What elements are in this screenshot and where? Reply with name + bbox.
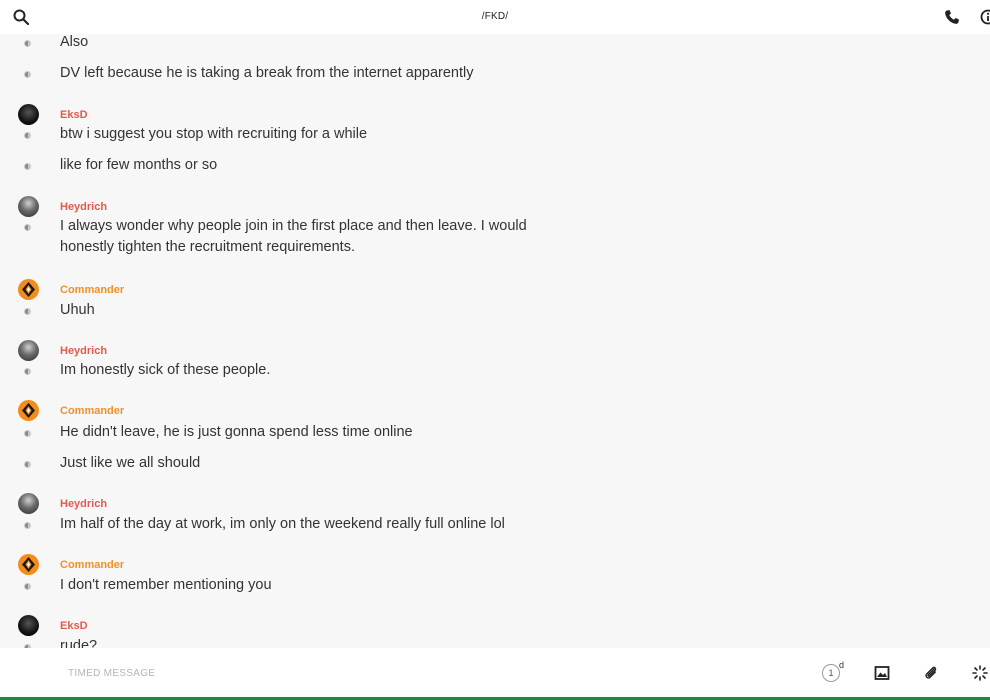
- message-text: He didn't leave, he is just gonna spend …: [60, 424, 413, 440]
- image-icon[interactable]: [874, 665, 890, 681]
- sender-name[interactable]: Commander: [60, 405, 124, 417]
- timer-unit: d: [839, 660, 845, 670]
- info-icon[interactable]: [980, 9, 990, 25]
- read-receipt-icon: [24, 430, 31, 437]
- sender-name[interactable]: Commander: [60, 284, 124, 296]
- avatar-eksd[interactable]: [18, 615, 39, 636]
- read-receipt-icon: [24, 461, 31, 468]
- read-receipt-icon: [24, 163, 31, 170]
- message-text: I always wonder why people join in the f…: [60, 218, 527, 255]
- loading-icon[interactable]: [972, 665, 988, 681]
- commander-logo-icon: [22, 403, 35, 418]
- message-text: I don't remember mentioning you: [60, 577, 272, 593]
- avatar-heydrich[interactable]: [18, 493, 39, 514]
- composer-bar: TIMED MESSAGE 1 d: [0, 648, 990, 700]
- message-text: Just like we all should: [60, 455, 201, 471]
- avatar-eksd[interactable]: [18, 104, 39, 125]
- message-text: btw i suggest you stop with recruiting f…: [60, 126, 368, 142]
- timer-value: 1: [822, 664, 840, 682]
- read-receipt-icon: [24, 522, 31, 529]
- read-receipt-icon: [24, 308, 31, 315]
- message-text: rude?: [60, 638, 98, 648]
- message-text: Also: [60, 34, 89, 50]
- paperclip-icon[interactable]: [923, 665, 939, 681]
- phone-icon[interactable]: [944, 9, 960, 25]
- message-list[interactable]: Also DV left because he is taking a brea…: [0, 34, 990, 648]
- message-text: Im half of the day at work, im only on t…: [60, 516, 505, 532]
- avatar-heydrich[interactable]: [18, 340, 39, 361]
- top-bar: /FKD/: [0, 0, 990, 34]
- read-receipt-icon: [24, 224, 31, 231]
- read-receipt-icon: [24, 71, 31, 78]
- read-receipt-icon: [24, 132, 31, 139]
- sender-name[interactable]: EksD: [60, 109, 88, 121]
- sender-name[interactable]: Heydrich: [60, 498, 107, 510]
- avatar-heydrich[interactable]: [18, 196, 39, 217]
- sender-name[interactable]: Heydrich: [60, 345, 107, 357]
- chat-title: /FKD/: [481, 11, 509, 22]
- avatar-commander[interactable]: [18, 400, 39, 421]
- message-text: DV left because he is taking a break fro…: [60, 65, 474, 81]
- sender-name[interactable]: Commander: [60, 559, 124, 571]
- message-text: Im honestly sick of these people.: [60, 362, 271, 378]
- read-receipt-icon: [24, 368, 31, 375]
- avatar-commander[interactable]: [18, 279, 39, 300]
- message-text: like for few months or so: [60, 157, 218, 173]
- commander-logo-icon: [22, 557, 35, 572]
- message-input[interactable]: TIMED MESSAGE: [68, 668, 155, 679]
- message-text: Uhuh: [60, 302, 95, 318]
- avatar-commander[interactable]: [18, 554, 39, 575]
- read-receipt-icon: [24, 40, 31, 47]
- sender-name[interactable]: EksD: [60, 620, 88, 632]
- read-receipt-icon: [24, 583, 31, 590]
- sender-name[interactable]: Heydrich: [60, 201, 107, 213]
- timer-button[interactable]: 1 d: [822, 660, 844, 684]
- commander-logo-icon: [22, 282, 35, 297]
